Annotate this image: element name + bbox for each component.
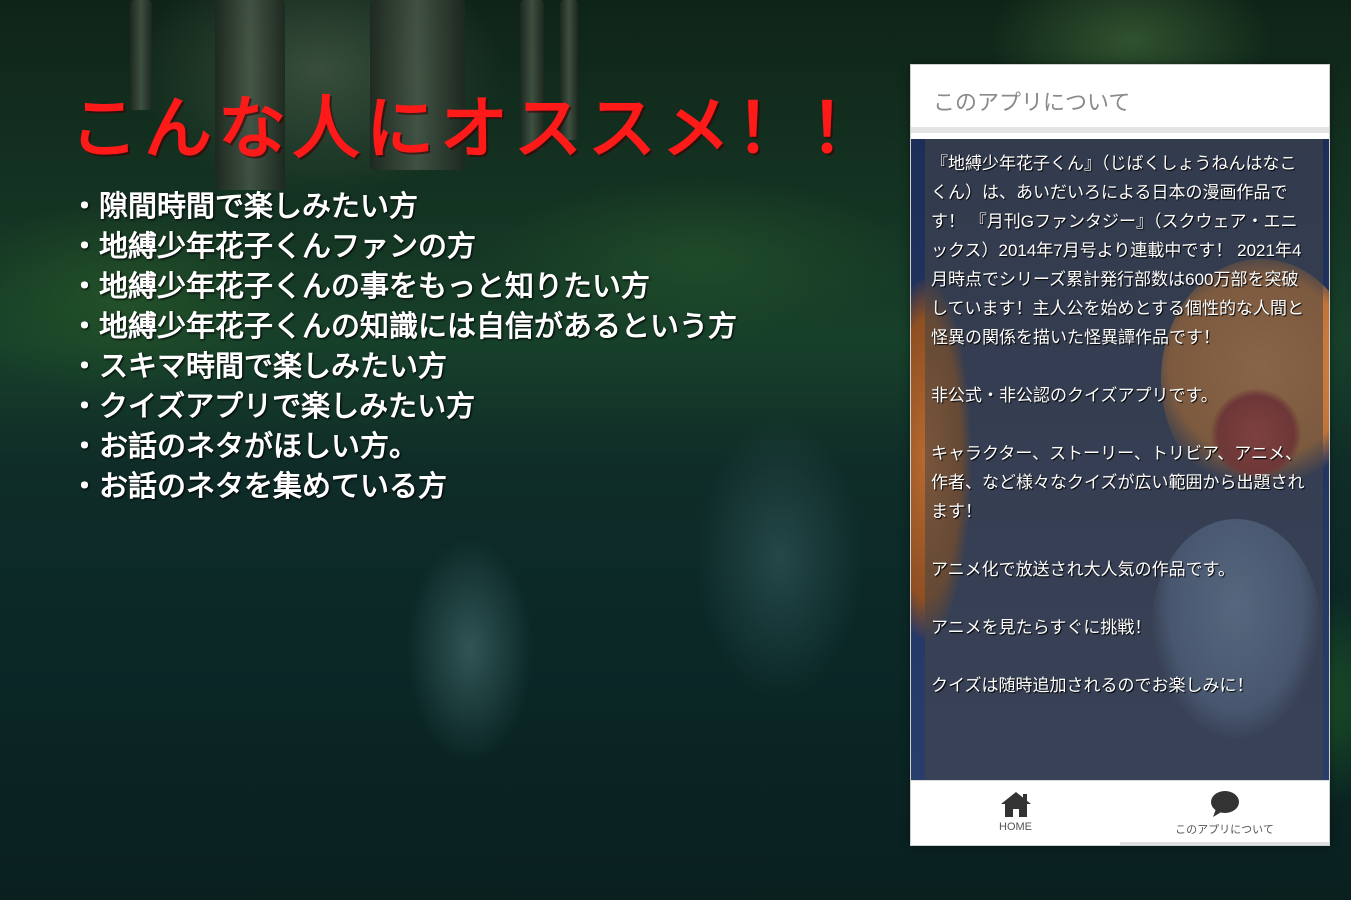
- recommendation-list: 隙間時間で楽しみたい方 地縛少年花子くんファンの方 地縛少年花子くんの事をもっと…: [70, 186, 737, 506]
- list-item: 地縛少年花子くんの知識には自信があるという方: [70, 306, 737, 346]
- about-paragraph: 非公式・非公認のクイズアプリです。: [931, 386, 1218, 405]
- list-item: お話のネタを集めている方: [70, 466, 737, 506]
- tab-label: このアプリについて: [1175, 824, 1274, 836]
- list-item: お話のネタがほしい方。: [70, 426, 737, 466]
- about-paragraph: キャラクター、ストーリー、トリビア、アニメ、作者、など様々なクイズが広い範囲から…: [931, 444, 1305, 521]
- bottom-tab-bar: HOME このアプリについて: [911, 780, 1329, 845]
- app-screen: このアプリについて 『地縛少年花子くん』（じばくしょうねんはなこくん）は、あいだ…: [911, 65, 1329, 845]
- app-header: このアプリについて: [911, 65, 1329, 133]
- list-item: 地縛少年花子くんファンの方: [70, 226, 737, 266]
- about-paragraph: 『地縛少年花子くん』（じばくしょうねんはなこくん）は、あいだいろによる日本の漫画…: [931, 154, 1304, 347]
- about-paragraph: アニメを見たらすぐに挑戦！: [931, 618, 1152, 637]
- chat-bubble-icon: [1210, 791, 1239, 817]
- tab-about[interactable]: このアプリについて: [1120, 781, 1329, 845]
- list-item: 地縛少年花子くんの事をもっと知りたい方: [70, 266, 737, 306]
- tab-home[interactable]: HOME: [911, 781, 1120, 845]
- about-text: 『地縛少年花子くん』（じばくしょうねんはなこくん）は、あいだいろによる日本の漫画…: [931, 149, 1311, 729]
- headline: こんな人にオススメ！！: [70, 90, 885, 169]
- list-item: クイズアプリで楽しみたい方: [70, 386, 737, 426]
- about-paragraph: アニメ化で放送され大人気の作品です。: [931, 560, 1235, 579]
- list-item: スキマ時間で楽しみたい方: [70, 346, 737, 386]
- about-content[interactable]: 『地縛少年花子くん』（じばくしょうねんはなこくん）は、あいだいろによる日本の漫画…: [911, 139, 1329, 845]
- home-icon: [1000, 792, 1031, 817]
- list-item: 隙間時間で楽しみたい方: [70, 186, 737, 226]
- about-paragraph: クイズは随時追加されるのでお楽しみに！: [931, 676, 1254, 695]
- tab-label: HOME: [999, 821, 1032, 833]
- page-title: このアプリについて: [933, 90, 1131, 115]
